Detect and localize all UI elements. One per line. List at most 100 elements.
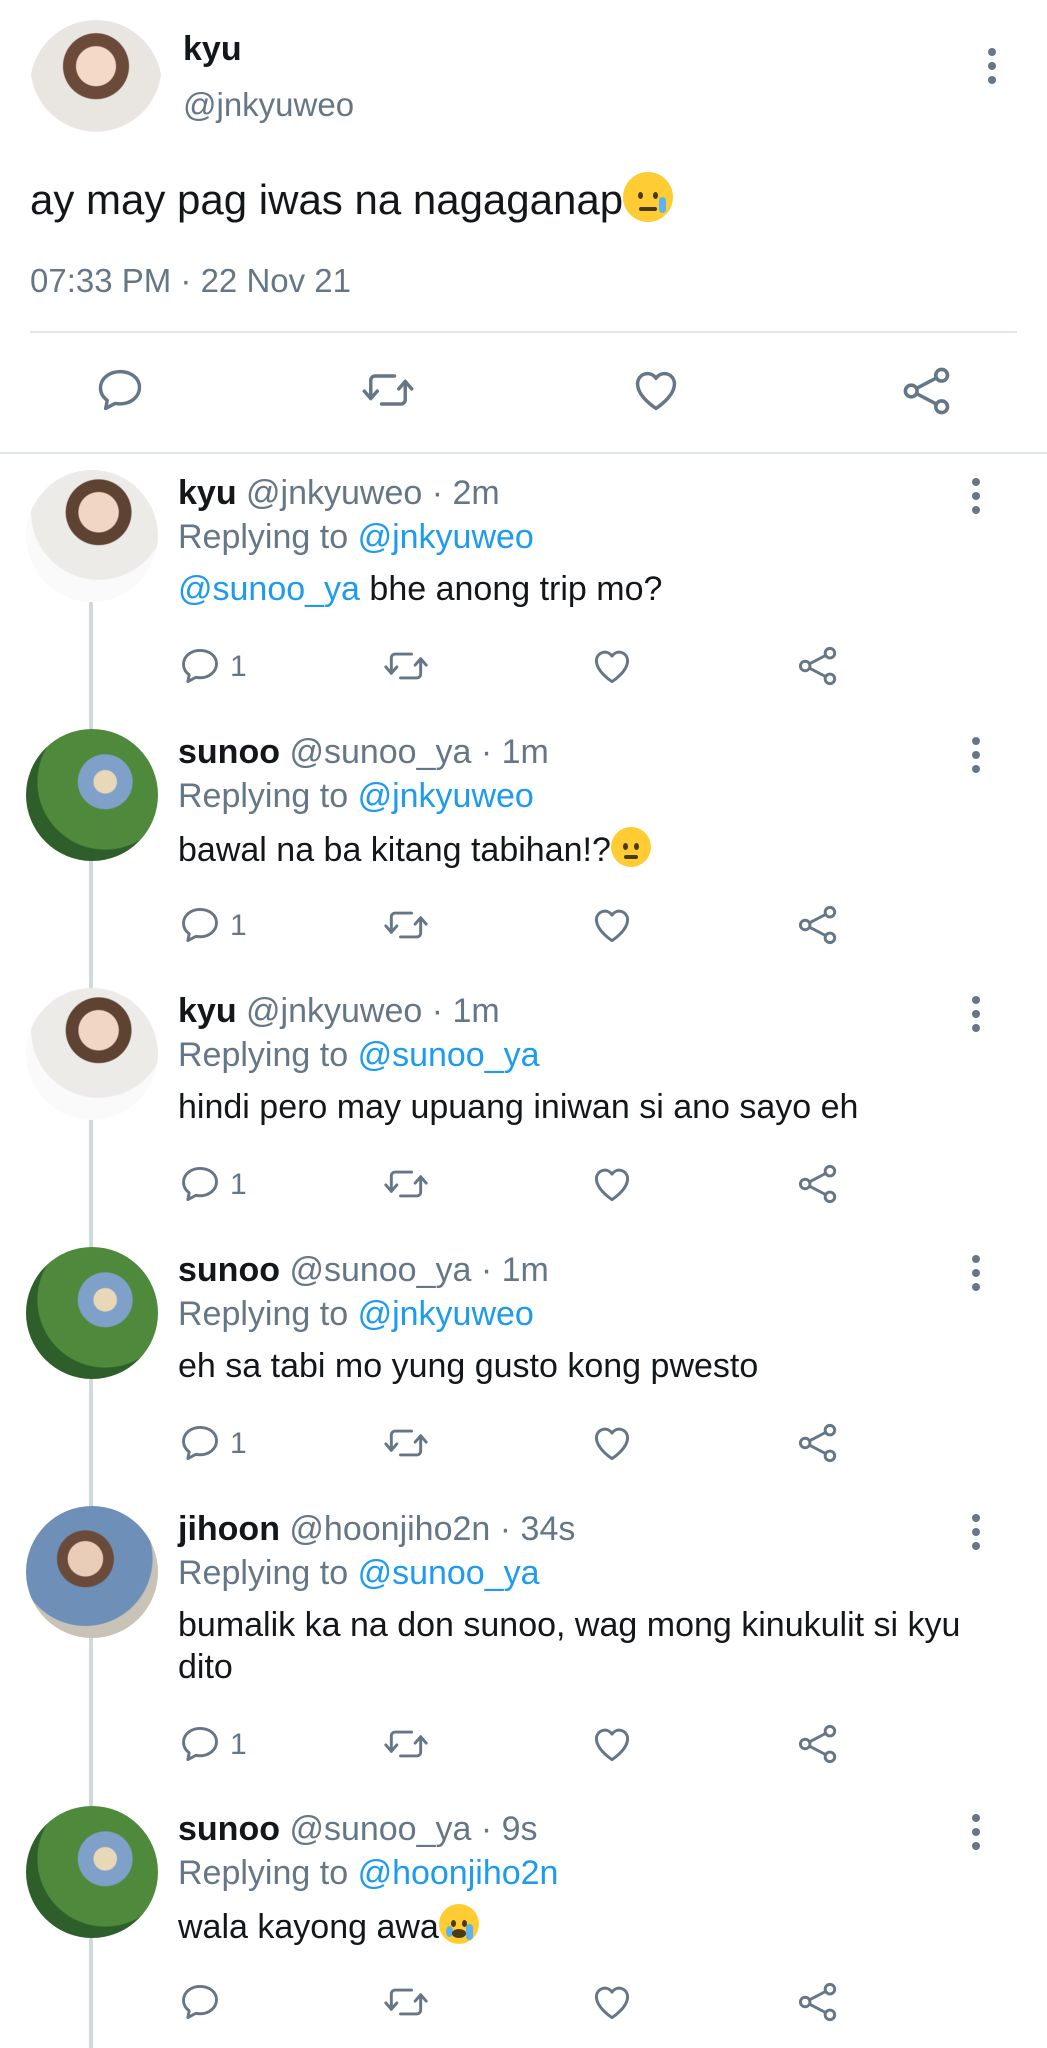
share-icon[interactable]	[796, 644, 840, 688]
mention-link[interactable]: @jnkyuweo	[358, 1295, 534, 1333]
retweet-icon[interactable]	[382, 1162, 430, 1206]
reply-icon[interactable]	[178, 1162, 222, 1206]
author-name[interactable]: kyu	[178, 474, 237, 512]
retweet-icon[interactable]	[382, 1980, 430, 2024]
mention-link[interactable]: @sunoo_ya	[178, 570, 360, 608]
tweet-text-content: ay may pag iwas na nagaganap	[30, 176, 624, 223]
replying-label: Replying to	[178, 1295, 349, 1333]
like-icon[interactable]	[590, 1421, 634, 1465]
more-options-icon[interactable]	[988, 48, 998, 90]
more-options-icon[interactable]	[972, 737, 982, 779]
reply-header: kyu @jnkyuweo · 1m	[178, 992, 500, 1031]
avatar[interactable]	[30, 20, 162, 152]
author-meta: @sunoo_ya · 9s	[289, 1810, 538, 1848]
reply-text-content: wala kayong awa	[178, 1908, 439, 1946]
like-icon[interactable]	[590, 1722, 634, 1766]
reply-tweet[interactable]: sunoo @sunoo_ya · 1m Replying to @jnkyuw…	[0, 729, 1047, 988]
author-meta: @sunoo_ya · 1m	[289, 733, 549, 771]
avatar[interactable]	[26, 470, 158, 602]
divider	[30, 331, 1017, 333]
more-options-icon[interactable]	[972, 1814, 982, 1856]
reply-text: bawal na ba kitang tabihan!?	[178, 827, 978, 871]
retweet-icon[interactable]	[382, 1722, 430, 1766]
reply-header: jihoon @hoonjiho2n · 34s	[178, 1510, 575, 1549]
reply-icon[interactable]	[178, 1421, 222, 1465]
author-meta: @jnkyuweo · 1m	[246, 992, 500, 1030]
share-icon[interactable]	[796, 1980, 840, 2024]
share-icon[interactable]	[796, 1162, 840, 1206]
smiling-face-with-tear-icon	[623, 172, 674, 222]
share-icon[interactable]	[796, 1722, 840, 1766]
avatar[interactable]	[26, 729, 158, 861]
author-name[interactable]: kyu	[178, 992, 237, 1030]
author-name[interactable]: jihoon	[178, 1510, 280, 1548]
reply-icon[interactable]	[94, 364, 146, 416]
author-handle[interactable]: @jnkyuweo	[183, 86, 354, 124]
avatar[interactable]	[26, 1506, 158, 1638]
like-icon[interactable]	[590, 1162, 634, 1206]
reply-count: 1	[230, 1427, 247, 1460]
replying-to: Replying to @hoonjiho2n	[178, 1854, 558, 1893]
reply-text: hindi pero may upuang iniwan si ano sayo…	[178, 1088, 859, 1126]
reply-tweet[interactable]: kyu @jnkyuweo · 2m Replying to @jnkyuweo…	[0, 470, 1047, 729]
more-options-icon[interactable]	[972, 1514, 982, 1556]
thread-line	[89, 602, 93, 729]
avatar[interactable]	[26, 1247, 158, 1379]
mention-link[interactable]: @sunoo_ya	[358, 1036, 540, 1074]
replying-label: Replying to	[178, 777, 349, 815]
replying-label: Replying to	[178, 1036, 349, 1074]
reply-count: 1	[230, 650, 247, 683]
tweet-timestamp: 07:33 PM · 22 Nov 21	[30, 262, 352, 299]
more-options-icon[interactable]	[972, 478, 982, 520]
reply-icon[interactable]	[178, 1980, 222, 2024]
avatar[interactable]	[26, 1806, 158, 1938]
reply-tweet[interactable]: kyu @jnkyuweo · 1m Replying to @sunoo_ya…	[0, 988, 1047, 1247]
reply-text: bumalik ka na don sunoo, wag mong kinuku…	[178, 1606, 961, 1686]
author-name[interactable]: sunoo	[178, 1810, 280, 1848]
reply-header: sunoo @sunoo_ya · 1m	[178, 1251, 549, 1290]
reply-tweet[interactable]: sunoo @sunoo_ya · 1m Replying to @jnkyuw…	[0, 1247, 1047, 1506]
more-options-icon[interactable]	[972, 1255, 982, 1297]
section-divider	[0, 452, 1047, 454]
author-meta: @jnkyuweo · 2m	[246, 474, 500, 512]
like-icon[interactable]	[590, 644, 634, 688]
reply-count: 1	[230, 1168, 247, 1201]
reply-text: eh sa tabi mo yung gusto kong pwesto	[178, 1347, 759, 1385]
author-name[interactable]: kyu	[183, 30, 242, 69]
author-name[interactable]: sunoo	[178, 1251, 280, 1289]
like-icon[interactable]	[630, 364, 682, 416]
reply-text-content: bhe anong trip mo?	[359, 570, 663, 608]
author-name[interactable]: sunoo	[178, 733, 280, 771]
face-with-raised-eyebrow-icon	[610, 827, 651, 867]
mention-link[interactable]: @jnkyuweo	[358, 518, 534, 556]
reply-icon[interactable]	[178, 903, 222, 947]
replying-label: Replying to	[178, 1854, 349, 1892]
reply-text: @sunoo_ya bhe anong trip mo?	[178, 568, 978, 610]
retweet-icon[interactable]	[382, 644, 430, 688]
replying-to: Replying to @sunoo_ya	[178, 1036, 540, 1075]
reply-count: 1	[230, 1728, 247, 1761]
retweet-icon[interactable]	[360, 364, 416, 416]
main-tweet: kyu @jnkyuweo ay may pag iwas na nagagan…	[0, 0, 1047, 455]
retweet-icon[interactable]	[382, 1421, 430, 1465]
author-meta: @sunoo_ya · 1m	[289, 1251, 549, 1289]
mention-link[interactable]: @jnkyuweo	[358, 777, 534, 815]
like-icon[interactable]	[590, 903, 634, 947]
reply-icon[interactable]	[178, 1722, 222, 1766]
replying-to: Replying to @jnkyuweo	[178, 777, 534, 816]
share-icon[interactable]	[796, 1421, 840, 1465]
reply-tweet[interactable]: jihoon @hoonjiho2n · 34s Replying to @su…	[0, 1506, 1047, 1806]
reply-icon[interactable]	[178, 644, 222, 688]
like-icon[interactable]	[590, 1980, 634, 2024]
more-options-icon[interactable]	[972, 996, 982, 1038]
share-icon[interactable]	[796, 903, 840, 947]
author-meta: @hoonjiho2n · 34s	[289, 1510, 576, 1548]
mention-link[interactable]: @hoonjiho2n	[358, 1854, 559, 1892]
retweet-icon[interactable]	[382, 903, 430, 947]
reply-text-content: bawal na ba kitang tabihan!?	[178, 831, 611, 869]
reply-tweet[interactable]: sunoo @sunoo_ya · 9s Replying to @hoonji…	[0, 1806, 1047, 2048]
loudly-crying-face-icon	[438, 1904, 479, 1944]
mention-link[interactable]: @sunoo_ya	[358, 1554, 540, 1592]
share-icon[interactable]	[900, 364, 954, 418]
avatar[interactable]	[26, 988, 158, 1120]
